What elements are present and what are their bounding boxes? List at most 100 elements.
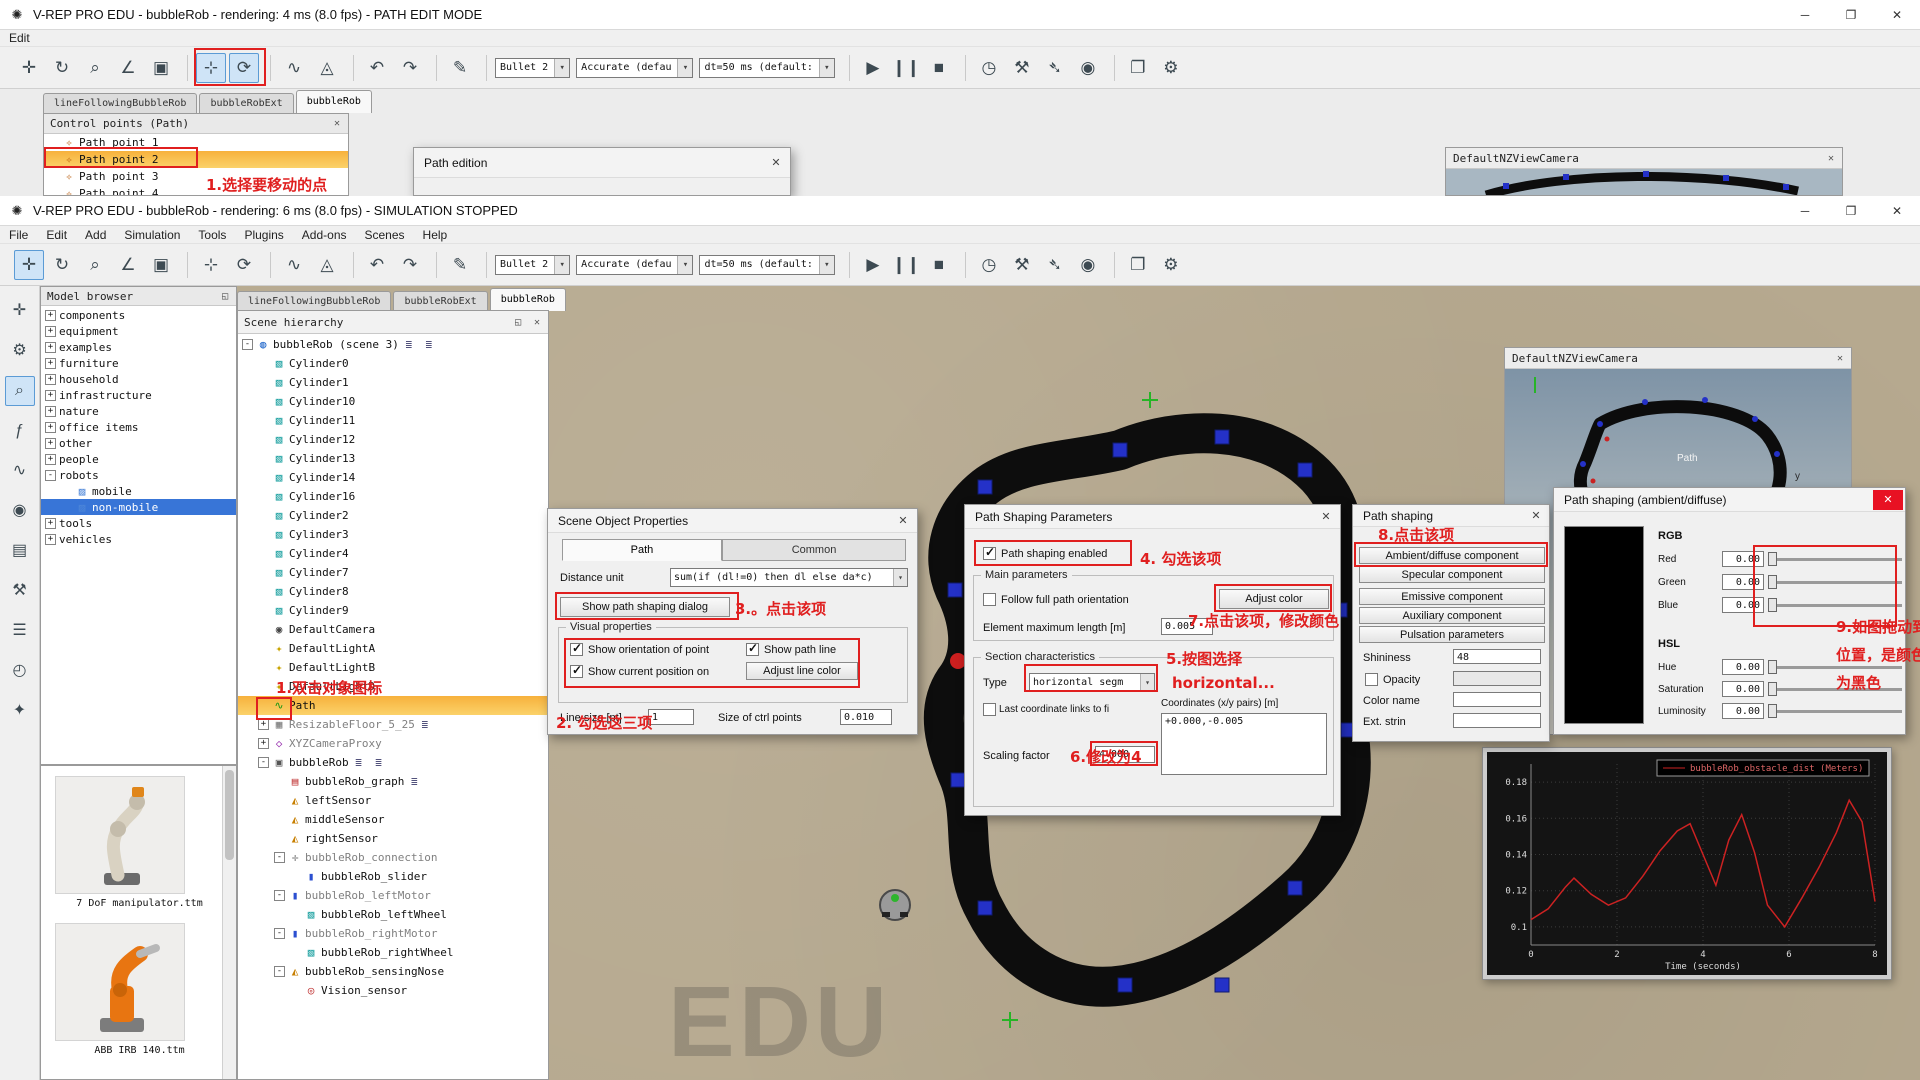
camera-angle-icon[interactable]: ∠ bbox=[113, 53, 143, 83]
type-select[interactable]: horizontal segm ▾ bbox=[1029, 673, 1155, 692]
close-button[interactable]: ✕ bbox=[1874, 196, 1920, 226]
path-edition-titlebar[interactable]: Path edition bbox=[414, 148, 790, 178]
menu-addons[interactable]: Add-ons bbox=[293, 227, 356, 243]
dynamics-icon[interactable]: ⚒ bbox=[1007, 53, 1037, 83]
tree-item-robots[interactable]: - robots bbox=[41, 467, 236, 483]
fly-icon[interactable]: ➴ bbox=[1040, 53, 1070, 83]
last-coordinate-checkbox[interactable] bbox=[983, 703, 996, 716]
sidebar-pan-icon[interactable]: ✛ bbox=[5, 296, 35, 326]
show-current-position-checkbox[interactable] bbox=[570, 663, 583, 678]
menu-simulation[interactable]: Simulation bbox=[115, 227, 189, 243]
tree-item-nature[interactable]: + nature bbox=[41, 403, 236, 419]
tab-common[interactable]: Common bbox=[722, 539, 906, 561]
path-shaping-enabled-checkbox[interactable] bbox=[983, 545, 996, 560]
camera-panel-main-titlebar[interactable]: DefaultNZViewCamera ✕ bbox=[1505, 348, 1851, 369]
realtime-clock-icon[interactable]: ◷ bbox=[974, 53, 1004, 83]
sidebar-calc-icon[interactable]: ƒ bbox=[5, 416, 35, 446]
button-pulsation-parameters[interactable]: Pulsation parameters bbox=[1359, 626, 1545, 643]
window2-titlebar[interactable]: ✺ V-REP PRO EDU - bubbleRob - rendering:… bbox=[0, 196, 1920, 226]
control-points-header[interactable]: Control points (Path) ✕ bbox=[44, 114, 348, 134]
tree-item-cylinder10[interactable]: ▧ Cylinder10 bbox=[238, 392, 548, 411]
annotation-pen-icon[interactable]: ✎ bbox=[445, 53, 475, 83]
tree-item-cylinder8[interactable]: ▧ Cylinder8 bbox=[238, 582, 548, 601]
menu-add[interactable]: Add bbox=[76, 227, 115, 243]
tree-item-mobile[interactable]: ▨ mobile bbox=[41, 483, 236, 499]
expand-icon[interactable]: + bbox=[45, 421, 56, 433]
tree-item-path[interactable]: ∿ Path bbox=[238, 696, 548, 715]
gear-icon[interactable]: ⚙ bbox=[1156, 250, 1186, 280]
tab-linefollowingbubblerob[interactable]: lineFollowingBubbleRob bbox=[43, 93, 198, 113]
sidebar-model-icon[interactable]: ⚒ bbox=[5, 576, 35, 606]
gear-icon[interactable]: ⚙ bbox=[1156, 53, 1186, 83]
fly-icon[interactable]: ➴ bbox=[1040, 250, 1070, 280]
path-edit-icon[interactable]: ∿ bbox=[279, 53, 309, 83]
play-button[interactable]: ▶ bbox=[858, 250, 888, 280]
tree-item-tools[interactable]: + tools bbox=[41, 515, 236, 531]
tree-item-defaultlighta[interactable]: ✦ DefaultLightA bbox=[238, 639, 548, 658]
tree-item-equipment[interactable]: + equipment bbox=[41, 323, 236, 339]
menu-help[interactable]: Help bbox=[414, 227, 457, 243]
collapse-icon[interactable]: - bbox=[274, 928, 285, 939]
tree-item-bubblerob-sensingnose[interactable]: - ◭ bubbleRob_sensingNose bbox=[238, 962, 548, 981]
dock-icon[interactable]: ◱ bbox=[217, 289, 233, 304]
shape-edit-icon[interactable]: ◬ bbox=[312, 53, 342, 83]
tree-item-cylinder3[interactable]: ▧ Cylinder3 bbox=[238, 525, 548, 544]
tree-item-household[interactable]: + household bbox=[41, 371, 236, 387]
close-icon[interactable]: ✕ bbox=[1832, 351, 1848, 366]
camera-panel-top-titlebar[interactable]: DefaultNZViewCamera ✕ bbox=[1446, 148, 1842, 169]
show-orientation-checkbox[interactable] bbox=[570, 641, 583, 656]
button-ambient-diffuse-component[interactable]: Ambient/diffuse component bbox=[1359, 547, 1545, 564]
shape-edit-icon[interactable]: ◬ bbox=[312, 250, 342, 280]
expand-icon[interactable]: + bbox=[45, 373, 56, 385]
model-thumbnail[interactable] bbox=[55, 923, 185, 1041]
camera-zoom-icon[interactable]: ⌕ bbox=[80, 250, 110, 280]
hsl-luminosity-slider[interactable] bbox=[1768, 704, 1902, 718]
expand-icon[interactable]: + bbox=[45, 357, 56, 369]
model-browser-header[interactable]: Model browser ◱ bbox=[41, 287, 236, 306]
show-path-line-checkbox[interactable] bbox=[746, 641, 759, 656]
tree-item-defaultcamera[interactable]: ◉ DefaultCamera bbox=[238, 620, 548, 639]
dock-icon[interactable]: ◱ bbox=[510, 315, 526, 330]
button-auxiliary-component[interactable]: Auxiliary component bbox=[1359, 607, 1545, 624]
slider-thumb[interactable] bbox=[1768, 682, 1777, 696]
tree-item-cylinder12[interactable]: ▧ Cylinder12 bbox=[238, 430, 548, 449]
expand-icon[interactable]: + bbox=[45, 405, 56, 417]
expand-icon[interactable]: + bbox=[45, 453, 56, 465]
maximize-button[interactable]: ❐ bbox=[1828, 196, 1874, 226]
sidebar-zoom-icon[interactable]: ⌕ bbox=[4, 376, 35, 406]
menu-tools[interactable]: Tools bbox=[189, 227, 235, 243]
slider-thumb[interactable] bbox=[1768, 575, 1777, 589]
ext-string-input[interactable] bbox=[1453, 713, 1541, 728]
slider-thumb[interactable] bbox=[1768, 704, 1777, 718]
fit-view-icon[interactable]: ▣ bbox=[146, 250, 176, 280]
windows-layout-icon[interactable]: ❐ bbox=[1123, 53, 1153, 83]
play-button[interactable]: ▶ bbox=[858, 53, 888, 83]
camera-pan-icon[interactable]: ✛ bbox=[14, 53, 44, 83]
tree-item-infrastructure[interactable]: + infrastructure bbox=[41, 387, 236, 403]
camera-angle-icon[interactable]: ∠ bbox=[113, 250, 143, 280]
undo-icon[interactable]: ↶ bbox=[362, 250, 392, 280]
fit-view-icon[interactable]: ▣ bbox=[146, 53, 176, 83]
object-rotate-icon[interactable]: ⟳ bbox=[229, 52, 259, 83]
follow-orientation-checkbox[interactable] bbox=[983, 593, 996, 606]
window1-titlebar[interactable]: ✺ V-REP PRO EDU - bubbleRob - rendering:… bbox=[0, 0, 1920, 30]
menu-edit[interactable]: Edit bbox=[0, 30, 39, 46]
tree-item-cylinder1[interactable]: ▧ Cylinder1 bbox=[238, 373, 548, 392]
tree-item-defaultlightb[interactable]: ✦ DefaultLightB bbox=[238, 658, 548, 677]
expand-icon[interactable]: + bbox=[45, 325, 56, 337]
scrollbar-thumb[interactable] bbox=[225, 770, 234, 860]
sidebar-graph-icon[interactable]: ∿ bbox=[5, 456, 35, 486]
sidebar-gear-icon[interactable]: ⚙ bbox=[5, 336, 35, 366]
hsl-saturation-slider[interactable] bbox=[1768, 682, 1902, 696]
sidebar-settings-icon[interactable]: ✦ bbox=[5, 696, 35, 726]
camera-top-view[interactable] bbox=[1446, 169, 1843, 196]
tree-item-bubblerob-scene-3-[interactable]: - ◍ bubbleRob (scene 3) ≣ ≣ bbox=[238, 335, 548, 354]
expand-icon[interactable]: + bbox=[258, 719, 269, 730]
close-icon[interactable]: ✕ bbox=[766, 154, 786, 172]
rgb-blue-slider[interactable] bbox=[1768, 598, 1902, 612]
model-thumbnail[interactable] bbox=[55, 776, 185, 894]
tree-item-bubblerob-slider[interactable]: ▮ bubbleRob_slider bbox=[238, 867, 548, 886]
tree-item-bubblerob-leftmotor[interactable]: - ▮ bubbleRob_leftMotor bbox=[238, 886, 548, 905]
tree-item-cylinder4[interactable]: ▧ Cylinder4 bbox=[238, 544, 548, 563]
menu-file[interactable]: File bbox=[0, 227, 37, 243]
